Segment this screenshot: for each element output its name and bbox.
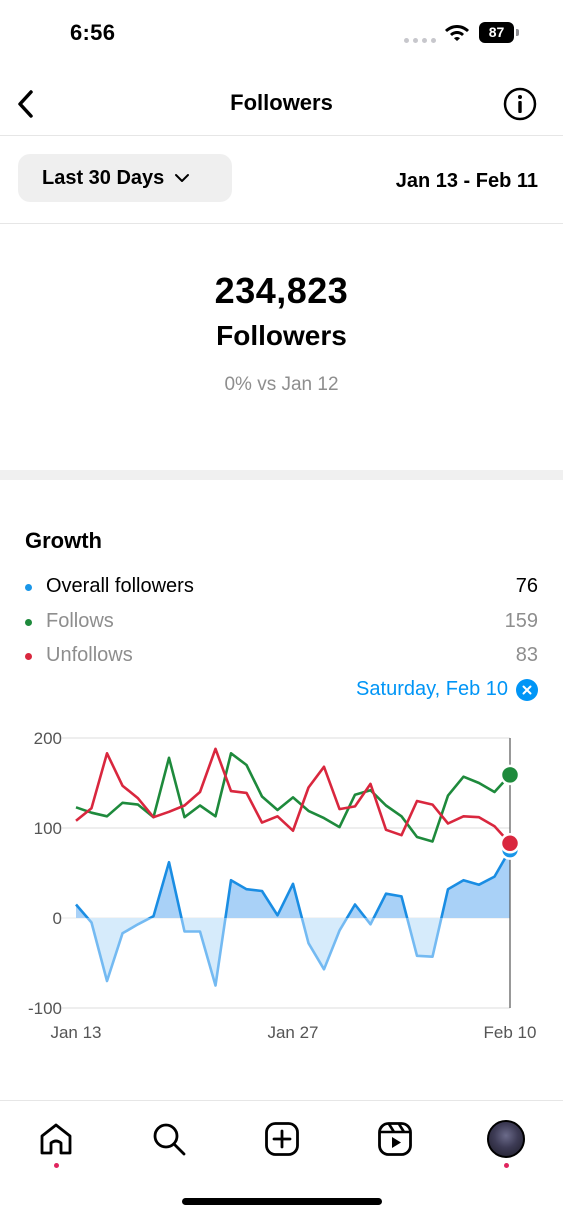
wifi-icon (445, 25, 469, 41)
avatar (487, 1120, 525, 1158)
tab-search[interactable] (149, 1119, 189, 1159)
selected-date-label: Saturday, Feb 10 (356, 678, 508, 700)
battery-level: 87 (479, 22, 514, 43)
legend-follows[interactable]: Follows 159 (25, 607, 538, 637)
legend-value: 159 (504, 610, 538, 632)
selected-point (499, 833, 521, 854)
tab-home[interactable] (36, 1119, 76, 1159)
section-divider (0, 470, 563, 480)
y-tick-label: 200 (34, 729, 62, 748)
clear-selection-button[interactable] (516, 678, 538, 701)
signal-icon (404, 38, 436, 43)
followers-label: Followers (216, 320, 347, 351)
legend-name: Overall followers (46, 575, 194, 597)
legend-unfollows[interactable]: Unfollows 83 (25, 641, 538, 671)
legend-name: Follows (46, 610, 114, 632)
reels-icon (378, 1122, 412, 1156)
x-tick-label: Feb 10 (484, 1023, 537, 1042)
legend-dot (25, 584, 32, 591)
status-bar: 6:56 87 (0, 0, 563, 66)
legend-name: Unfollows (46, 644, 133, 666)
close-icon (522, 685, 532, 694)
add-post-icon (265, 1122, 299, 1156)
selected-point (499, 764, 521, 786)
legend-dot (25, 653, 32, 660)
notification-dot (504, 1163, 509, 1168)
date-range-row: Last 30 Days Jan 13 - Feb 11 (0, 137, 563, 224)
date-range-text: Jan 13 - Feb 11 (395, 170, 538, 192)
growth-chart-svg[interactable]: 200 100 0 -100 Jan 13 Jan 27 Feb 10 (0, 720, 563, 1050)
comparison-text: 0% vs Jan 12 (224, 374, 339, 395)
home-indicator (182, 1198, 382, 1205)
x-tick-label: Jan 13 (50, 1023, 101, 1042)
home-icon (40, 1123, 72, 1155)
status-time: 6:56 (70, 20, 116, 45)
legend-dot (25, 619, 32, 626)
growth-title: Growth (25, 528, 102, 553)
growth-chart[interactable]: 200 100 0 -100 Jan 13 Jan 27 Feb 10 (0, 720, 563, 1050)
followers-summary: 234,823 Followers 0% vs Jan 12 (0, 225, 563, 470)
tab-profile[interactable] (486, 1119, 526, 1159)
tab-create[interactable] (262, 1119, 302, 1159)
y-tick-label: 0 (53, 909, 62, 928)
x-tick-label: Jan 27 (267, 1023, 318, 1042)
series-line-unfollows (75, 747, 511, 845)
y-tick-label: 100 (34, 819, 62, 838)
selected-date[interactable]: Saturday, Feb 10 (356, 678, 538, 701)
legend-value: 76 (515, 575, 538, 597)
chevron-down-icon (175, 174, 190, 182)
info-icon[interactable] (503, 87, 537, 121)
page-title: Followers (230, 90, 333, 115)
y-tick-label: -100 (28, 999, 62, 1018)
date-range-dropdown[interactable]: Last 30 Days (18, 154, 232, 202)
followers-count: 234,823 (214, 270, 349, 311)
notification-dot (54, 1163, 59, 1168)
legend-overall-followers[interactable]: Overall followers 76 (25, 572, 538, 602)
tab-reels[interactable] (375, 1119, 415, 1159)
search-icon (153, 1123, 186, 1156)
header: Followers (0, 72, 563, 136)
date-range-label: Last 30 Days (42, 166, 165, 189)
legend-value: 83 (515, 644, 538, 666)
battery-icon: 87 (479, 22, 519, 43)
